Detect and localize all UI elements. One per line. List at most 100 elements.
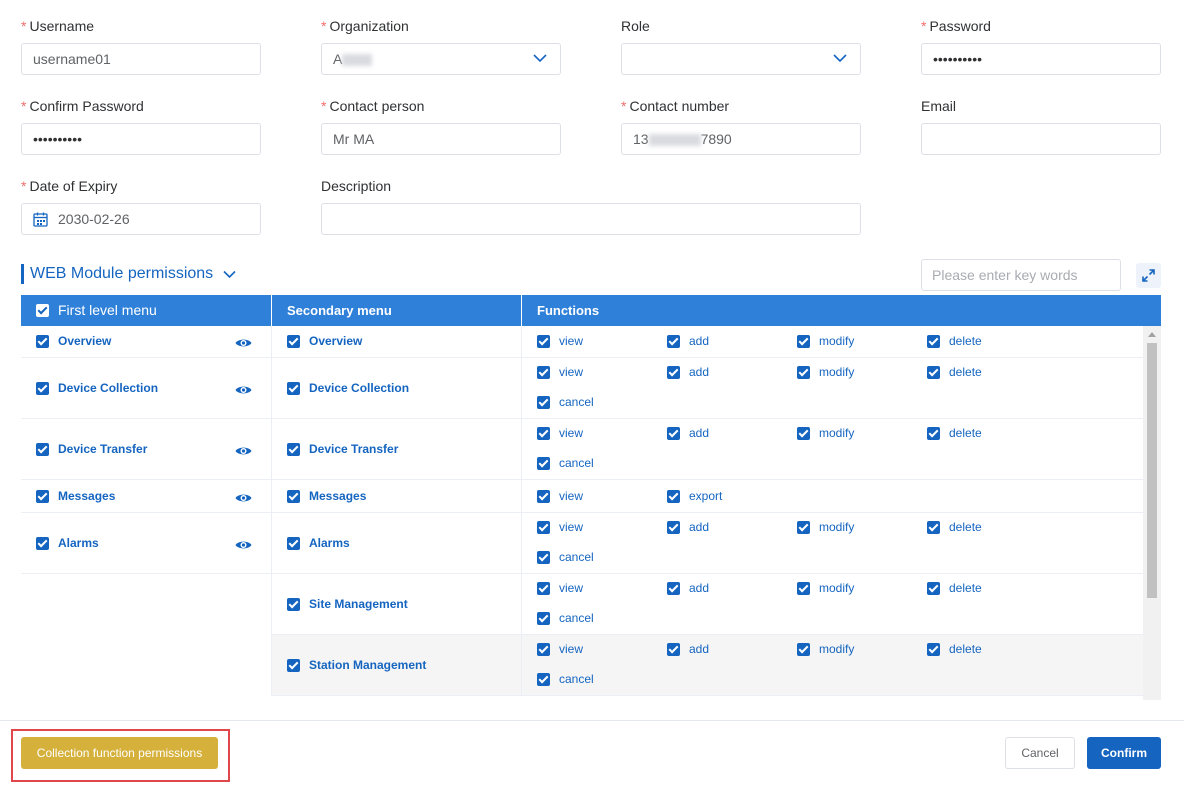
function-modify[interactable]: modify [797,642,854,656]
checkbox[interactable] [36,442,49,456]
checkbox[interactable] [36,489,49,503]
secondary-menu-item[interactable]: Overview [287,334,362,348]
secondary-menu-item[interactable]: Station Management [287,658,426,672]
scroll-thumb[interactable] [1147,343,1157,598]
checkbox[interactable] [667,642,680,656]
eye-icon[interactable] [235,444,252,456]
function-delete[interactable]: delete [927,426,982,440]
function-view[interactable]: view [537,365,583,379]
keyword-search-input[interactable]: Please enter key words [921,259,1121,291]
checkbox[interactable] [537,520,550,534]
date-of-expiry-input[interactable]: 2030-02-26 [21,203,261,235]
checkbox[interactable] [537,489,550,503]
checkbox[interactable] [537,456,550,470]
function-view[interactable]: view [537,520,583,534]
function-add[interactable]: add [667,581,709,595]
function-view[interactable]: view [537,489,583,503]
collection-permissions-button[interactable]: Collection function permissions [21,737,218,769]
checkbox[interactable] [797,426,810,440]
checkbox[interactable] [287,536,300,550]
checkbox[interactable] [927,581,940,595]
checkbox[interactable] [537,365,550,379]
checkbox[interactable] [927,365,940,379]
checkbox[interactable] [667,334,680,348]
function-delete[interactable]: delete [927,520,982,534]
checkbox[interactable] [537,672,550,686]
function-modify[interactable]: modify [797,520,854,534]
first-level-item[interactable]: Messages [36,489,115,503]
checkbox[interactable] [797,334,810,348]
checkbox[interactable] [537,334,550,348]
first-level-item[interactable]: Alarms [36,536,99,550]
checkbox[interactable] [537,426,550,440]
confirm-button[interactable]: Confirm [1087,737,1161,769]
checkbox[interactable] [287,334,300,348]
eye-icon[interactable] [235,491,252,503]
function-add[interactable]: add [667,520,709,534]
checkbox[interactable] [36,334,49,348]
checkbox[interactable] [36,381,49,395]
checkbox[interactable] [537,395,550,409]
checkbox[interactable] [537,550,550,564]
email-input[interactable] [921,123,1161,155]
function-cancel[interactable]: cancel [537,611,594,625]
checkbox[interactable] [927,426,940,440]
function-modify[interactable]: modify [797,426,854,440]
checkbox[interactable] [537,581,550,595]
fullscreen-button[interactable] [1136,263,1161,288]
password-input[interactable]: •••••••••• [921,43,1161,75]
contact-number-input[interactable]: 13 7890 [621,123,861,155]
checkbox[interactable] [537,611,550,625]
checkbox[interactable] [667,365,680,379]
function-cancel[interactable]: cancel [537,550,594,564]
secondary-menu-item[interactable]: Site Management [287,597,408,611]
secondary-menu-item[interactable]: Messages [287,489,366,503]
select-all-checkbox[interactable] [36,304,49,317]
function-delete[interactable]: delete [927,581,982,595]
eye-icon[interactable] [235,538,252,550]
function-delete[interactable]: delete [927,642,982,656]
function-delete[interactable]: delete [927,365,982,379]
function-view[interactable]: view [537,581,583,595]
eye-icon[interactable] [235,336,252,348]
checkbox[interactable] [287,658,300,672]
confirm-password-input[interactable]: •••••••••• [21,123,261,155]
function-add[interactable]: add [667,365,709,379]
checkbox[interactable] [927,334,940,348]
checkbox[interactable] [537,642,550,656]
secondary-menu-item[interactable]: Device Transfer [287,442,398,456]
checkbox[interactable] [667,426,680,440]
function-delete[interactable]: delete [927,334,982,348]
checkbox[interactable] [797,365,810,379]
checkbox[interactable] [667,520,680,534]
function-cancel[interactable]: cancel [537,395,594,409]
function-add[interactable]: add [667,334,709,348]
checkbox[interactable] [287,381,300,395]
eye-icon[interactable] [235,383,252,395]
checkbox[interactable] [287,442,300,456]
function-add[interactable]: add [667,426,709,440]
checkbox[interactable] [927,520,940,534]
checkbox[interactable] [797,581,810,595]
checkbox[interactable] [667,581,680,595]
username-input[interactable]: username01 [21,43,261,75]
function-export[interactable]: export [667,489,722,503]
function-view[interactable]: view [537,642,583,656]
first-level-item[interactable]: Device Collection [36,381,158,395]
function-modify[interactable]: modify [797,365,854,379]
web-module-permissions-title[interactable]: WEB Module permissions [21,264,236,284]
function-cancel[interactable]: cancel [537,456,594,470]
function-modify[interactable]: modify [797,581,854,595]
first-level-item[interactable]: Overview [36,334,111,348]
organization-select[interactable]: A [321,43,561,75]
checkbox[interactable] [797,520,810,534]
checkbox[interactable] [667,489,680,503]
first-level-item[interactable]: Device Transfer [36,442,147,456]
secondary-menu-item[interactable]: Device Collection [287,381,409,395]
contact-person-input[interactable]: Mr MA [321,123,561,155]
function-cancel[interactable]: cancel [537,672,594,686]
function-view[interactable]: view [537,426,583,440]
scroll-up-icon[interactable] [1148,332,1156,337]
secondary-menu-item[interactable]: Alarms [287,536,350,550]
table-scrollbar[interactable] [1143,326,1161,700]
